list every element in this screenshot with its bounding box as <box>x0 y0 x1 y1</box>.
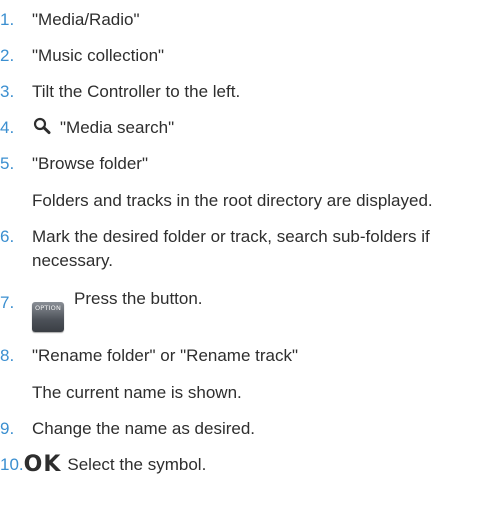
step-8-note: The current name is shown. <box>32 383 242 402</box>
step-number: 9. <box>0 419 15 438</box>
step-3: 3. Tilt the Controller to the left. <box>0 80 489 104</box>
step-text: Mark the desired folder or track, search… <box>32 227 430 270</box>
step-text: Press the button. <box>74 289 203 308</box>
step-text: Tilt the Controller to the left. <box>32 82 241 101</box>
step-number: 7. <box>0 293 15 312</box>
step-number: 6. <box>0 227 15 246</box>
option-button-icon: OPTION <box>32 302 64 332</box>
step-text: "Media/Radio" <box>32 10 140 29</box>
step-1: 1. "Media/Radio" <box>0 8 489 32</box>
step-number: 1. <box>0 10 15 29</box>
search-icon <box>32 117 54 135</box>
step-8: 8. "Rename folder" or "Rename track" <box>0 344 489 368</box>
step-5-note: Folders and tracks in the root directory… <box>32 191 433 210</box>
step-text: "Media search" <box>60 118 175 137</box>
step-text: Change the name as desired. <box>32 419 256 438</box>
step-text: "Music collection" <box>32 46 165 65</box>
step-number: 10. <box>0 455 24 474</box>
step-text: Select the symbol. <box>67 455 207 474</box>
step-2: 2. "Music collection" <box>0 44 489 68</box>
step-7: 7. OPTION Press the button. <box>0 287 489 332</box>
step-number: 3. <box>0 82 15 101</box>
step-5: 5. "Browse folder" <box>0 152 489 176</box>
ok-symbol-icon: OK <box>23 452 62 477</box>
step-10: 10.OK Select the symbol. <box>0 453 489 477</box>
step-9: 9. Change the name as desired. <box>0 417 489 441</box>
step-number: 8. <box>0 346 15 365</box>
instruction-steps: 1. "Media/Radio" 2. "Music collection" 3. T… <box>0 0 489 477</box>
step-4: 4. "Media search" <box>0 116 489 140</box>
step-text: "Browse folder" <box>32 154 149 173</box>
step-number: 5. <box>0 154 15 173</box>
step-6: 6. Mark the desired folder or track, sear… <box>0 225 489 273</box>
step-number: 4. <box>0 118 15 137</box>
step-text: "Rename folder" or "Rename track" <box>32 346 299 365</box>
step-number: 2. <box>0 46 15 65</box>
